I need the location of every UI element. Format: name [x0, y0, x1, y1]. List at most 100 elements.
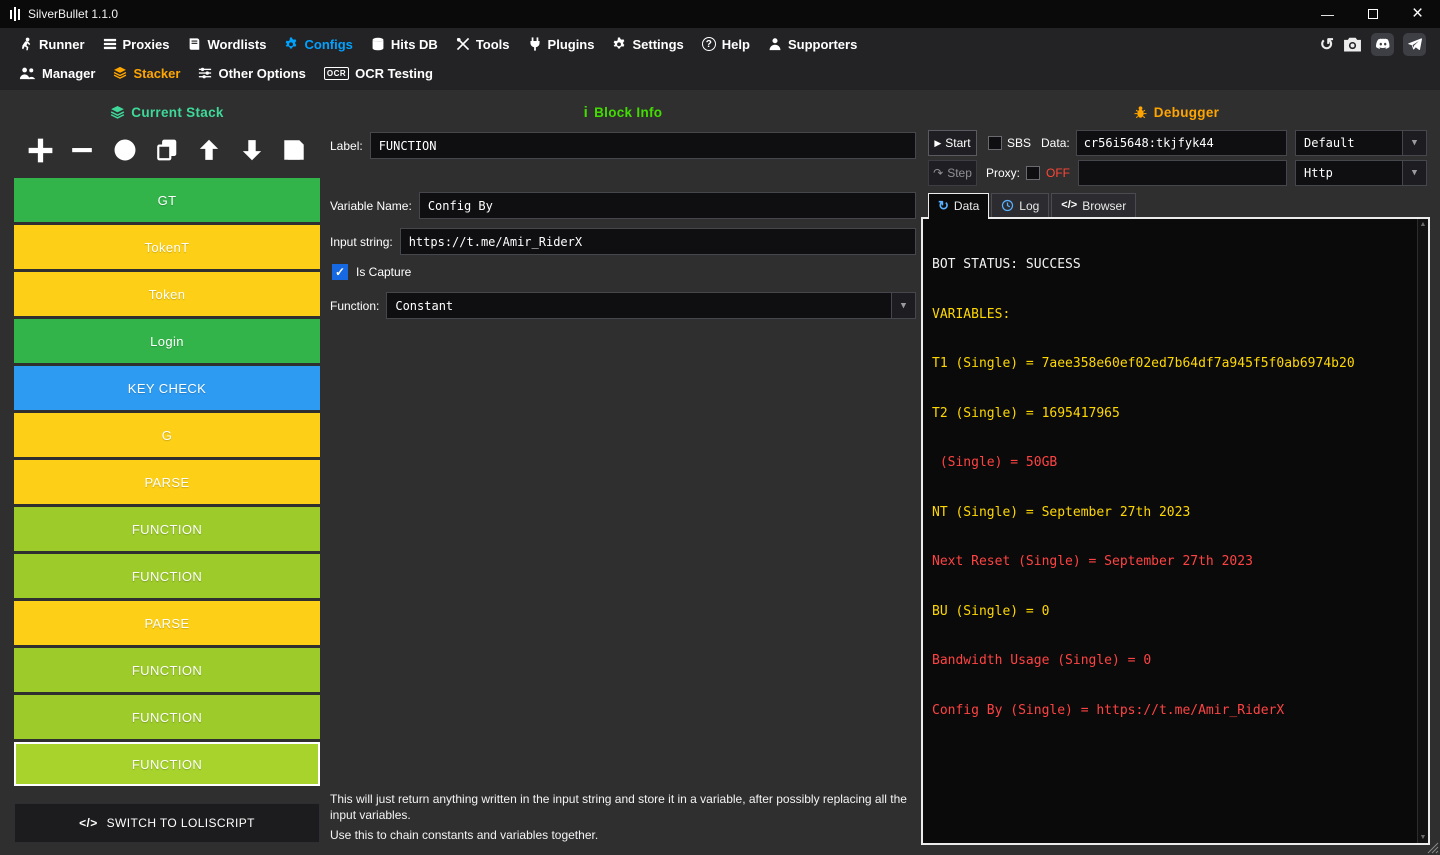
chevron-down-icon[interactable]: ▼ [1402, 161, 1426, 185]
stack-block[interactable]: Token [14, 272, 320, 316]
submenu-ocr-testing[interactable]: OCR OCR Testing [315, 60, 442, 86]
function-dropdown[interactable]: Constant ▼ [386, 292, 916, 319]
tab-log[interactable]: Log [991, 193, 1050, 217]
menu-tools[interactable]: Tools [447, 28, 519, 60]
main-content: Current Stack GT TokenT Token Login KEY … [0, 90, 1440, 855]
runner-icon [21, 37, 31, 51]
proxy-input[interactable] [1078, 160, 1287, 186]
menu-proxies[interactable]: Proxies [94, 28, 179, 60]
refresh-icon: ↻ [938, 198, 949, 213]
menubar-right-icons: ↺ [1320, 32, 1430, 56]
stack-block[interactable]: FUNCTION [14, 554, 320, 598]
debugger-header: Debugger [920, 100, 1432, 124]
chevron-down-icon[interactable]: ▼ [1402, 131, 1426, 155]
menu-runner[interactable]: Runner [10, 28, 94, 60]
help-icon: ? [701, 37, 716, 51]
debugger-tabs: ↻ Data Log </> Browser [928, 193, 1432, 219]
move-block-down-button[interactable] [235, 132, 269, 168]
maximize-button[interactable] [1350, 0, 1395, 28]
input-string-input[interactable] [399, 228, 916, 255]
menu-plugins[interactable]: Plugins [519, 28, 604, 60]
submenu-stacker[interactable]: Stacker [104, 60, 189, 86]
telegram-icon[interactable] [1403, 32, 1426, 56]
wordlists-icon [190, 38, 200, 50]
step-arrow-icon: ↷ [933, 166, 944, 180]
tab-data[interactable]: ↻ Data [928, 193, 990, 219]
variable-name-caption: Variable Name: [330, 198, 412, 213]
disable-block-button[interactable] [108, 132, 142, 168]
circled-x-icon [114, 139, 136, 161]
stack-block[interactable]: G [14, 413, 320, 457]
menu-configs[interactable]: Configs [275, 28, 361, 60]
code-icon: </> [79, 816, 98, 830]
stack-block[interactable]: KEY CHECK [14, 366, 320, 410]
manager-icon [19, 67, 36, 80]
menu-settings[interactable]: Settings [603, 28, 692, 60]
label-caption: Label: [330, 138, 363, 153]
clone-block-button[interactable] [150, 132, 184, 168]
submenu-manager[interactable]: Manager [10, 60, 104, 86]
debugger-row-1: ▶ Start SBS Data: Default ▼ [928, 130, 1427, 156]
sliders-icon [199, 67, 212, 79]
close-button[interactable]: × [1395, 0, 1440, 28]
move-block-up-button[interactable] [192, 132, 226, 168]
debug-data-input[interactable] [1075, 130, 1287, 156]
variable-name-input[interactable] [418, 192, 916, 219]
clock-icon [1002, 199, 1014, 212]
step-button[interactable]: ↷ Step [928, 160, 977, 186]
function-description: This will just return anything written i… [330, 792, 907, 842]
wordlist-type-dropdown[interactable]: Default ▼ [1295, 130, 1427, 156]
minimize-button[interactable]: — [1305, 0, 1350, 28]
stack-block-list: GT TokenT Token Login KEY CHECK G PARSE … [14, 178, 320, 786]
sbs-checkbox[interactable] [988, 136, 1002, 150]
console-line: Next Reset (Single) = September 27th 202… [932, 554, 1253, 569]
tools-icon [456, 37, 470, 51]
menu-help[interactable]: ? Help [693, 28, 759, 60]
stack-block[interactable]: PARSE [14, 460, 320, 504]
stack-block[interactable]: FUNCTION [14, 507, 320, 551]
stack-block[interactable]: FUNCTION [14, 648, 320, 692]
add-block-button[interactable] [23, 132, 57, 168]
stack-block-selected[interactable]: FUNCTION [14, 742, 320, 786]
discord-icon[interactable] [1371, 32, 1394, 56]
stack-panel: Current Stack GT TokenT Token Login KEY … [14, 90, 320, 855]
code-icon: </> [1061, 199, 1078, 211]
save-stack-button[interactable] [277, 132, 311, 168]
menu-wordlists[interactable]: Wordlists [178, 28, 275, 60]
stack-block[interactable]: Login [14, 319, 320, 363]
tab-browser[interactable]: </> Browser [1051, 193, 1137, 217]
stack-block[interactable]: GT [14, 178, 320, 222]
scroll-up-icon[interactable]: ▲ [1420, 221, 1427, 228]
proxy-type-dropdown[interactable]: Http ▼ [1295, 160, 1427, 186]
copy-icon [157, 139, 177, 161]
scroll-down-icon[interactable]: ▼ [1420, 834, 1427, 841]
arrow-up-icon [200, 139, 219, 160]
minus-icon [72, 148, 93, 153]
debugger-console[interactable]: BOT STATUS: SUCCESS VARIABLES: T1 (Singl… [921, 217, 1430, 845]
resize-grip-icon[interactable] [1427, 842, 1439, 854]
current-stack-header: Current Stack [14, 100, 320, 124]
start-button[interactable]: ▶ Start [928, 130, 977, 156]
camera-icon[interactable] [1343, 36, 1362, 53]
console-line: BOT STATUS: SUCCESS [932, 257, 1081, 272]
remove-block-button[interactable] [65, 132, 99, 168]
label-row: Label: [330, 132, 916, 159]
console-line: T1 (Single) = 7aee358e60ef02ed7b64df7a94… [932, 356, 1355, 371]
proxy-checkbox[interactable] [1026, 166, 1041, 180]
console-line: VARIABLES: [932, 306, 1011, 322]
is-capture-checkbox[interactable]: ✓ [332, 264, 348, 280]
proxies-icon [103, 38, 116, 50]
menu-hits-db[interactable]: Hits DB [362, 28, 447, 60]
label-input[interactable] [369, 132, 916, 159]
chevron-down-icon[interactable]: ▼ [891, 293, 915, 318]
submenu-other-options[interactable]: Other Options [189, 60, 314, 86]
menu-supporters[interactable]: Supporters [759, 28, 866, 60]
config-submenu: Manager Stacker Other Options OCR OCR Te… [0, 60, 1440, 90]
switch-to-loliscript-button[interactable]: </> SWITCH TO LOLISCRIPT [14, 803, 320, 843]
console-scrollbar[interactable]: ▲ ▼ [1417, 219, 1428, 843]
stack-block[interactable]: TokenT [14, 225, 320, 269]
stack-block[interactable]: FUNCTION [14, 695, 320, 739]
history-icon[interactable]: ↺ [1320, 36, 1334, 53]
is-capture-row: ✓ Is Capture [332, 264, 916, 280]
stack-block[interactable]: PARSE [14, 601, 320, 645]
